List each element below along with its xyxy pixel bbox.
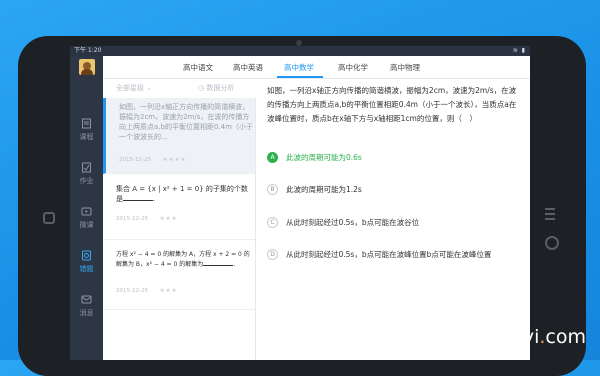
sidebar-item-mistakes[interactable]: 错题 bbox=[70, 250, 103, 274]
sidebar-item-label: 微课 bbox=[79, 221, 94, 229]
tab-chinese[interactable]: 高中语文 bbox=[183, 62, 213, 73]
watermark-tld: com bbox=[545, 326, 586, 348]
list-item-meta: 2015-12-25 ★★★ bbox=[116, 216, 178, 222]
menu-button-icon[interactable] bbox=[545, 208, 555, 222]
sidebar-item-course[interactable]: 课程 bbox=[70, 118, 103, 142]
option-letter: A bbox=[267, 152, 278, 163]
list-item-meta: 2015-12-25 ★★★ bbox=[116, 288, 178, 294]
option-letter: B bbox=[267, 184, 278, 195]
star-filter-dropdown[interactable]: 全部星级 ⌄ bbox=[116, 83, 152, 93]
list-item-date: 2015-12-25 bbox=[116, 288, 148, 294]
sidebar-item-video[interactable]: 微课 bbox=[70, 206, 103, 230]
list-item-text: 集合 A = {x | x² + 1 = 0} 的子集的个数是. bbox=[116, 185, 248, 203]
watermark: Downyi.com bbox=[469, 326, 586, 348]
status-bar: 下午 1:20 ≋ ▮ bbox=[70, 46, 530, 56]
question-text: 如图，一列沿x轴正方向传播的简谐横波，振幅为2cm，波速为2m/s，在波的传播方… bbox=[267, 86, 517, 123]
answer-blank bbox=[123, 194, 153, 201]
square-button-icon[interactable] bbox=[43, 212, 55, 224]
option-text: 此波的周期可能为0.6s bbox=[286, 153, 362, 162]
option-text: 从此时刻起经过0.5s，b点可能在波谷位 bbox=[286, 218, 420, 227]
tab-physics[interactable]: 高中物理 bbox=[390, 62, 420, 73]
option-text: 从此时刻起经过0.5s，b点可能在波峰位置b点可能在波峰位置 bbox=[286, 250, 492, 259]
mistake-icon bbox=[82, 250, 91, 261]
rating-stars: ★★★ bbox=[159, 288, 178, 294]
answer-blank bbox=[203, 259, 234, 266]
main-content: 高中语文 高中英语 高中数学 高中化学 高中物理 全部星级 ⌄ ◷ 数据分析 如… bbox=[103, 56, 530, 360]
avatar[interactable] bbox=[79, 59, 95, 75]
list-item-date: 2015-12-25 bbox=[119, 157, 151, 163]
homework-icon bbox=[82, 162, 91, 173]
sidebar-item-messages[interactable]: 消息 bbox=[70, 294, 103, 318]
list-item[interactable]: 如图，一列沿x轴正方向传播的简谐横波，振幅为2cm，波速为2m/s，在波的传播方… bbox=[103, 98, 255, 174]
sidebar-item-label: 作业 bbox=[79, 177, 94, 185]
home-button-icon[interactable] bbox=[545, 236, 559, 250]
tab-math[interactable]: 高中数学 bbox=[284, 62, 314, 73]
data-analysis-button[interactable]: ◷ 数据分析 bbox=[198, 83, 234, 93]
question-detail: 如图，一列沿x轴正方向传播的简谐横波，振幅为2cm，波速为2m/s，在波的传播方… bbox=[255, 78, 530, 360]
filter-bar: 全部星级 ⌄ ◷ 数据分析 bbox=[103, 78, 255, 98]
status-time: 下午 1:20 bbox=[74, 47, 102, 54]
subject-tabs: 高中语文 高中英语 高中数学 高中化学 高中物理 bbox=[103, 56, 530, 79]
watermark-main: Downyi bbox=[469, 326, 540, 348]
status-icons: ≋ ▮ bbox=[512, 47, 526, 54]
option-letter: C bbox=[267, 217, 278, 228]
message-icon bbox=[81, 295, 92, 304]
list-item-date: 2015-12-25 bbox=[116, 216, 148, 222]
list-item[interactable]: 方程 x² − 4 = 0 的解集为 A，方程 x + 2 = 0 的解集为 B… bbox=[103, 240, 255, 310]
rating-stars: ★★★ bbox=[159, 216, 178, 222]
list-item-text: 方程 x² − 4 = 0 的解集为 A，方程 x + 2 = 0 的解集为 B… bbox=[116, 251, 250, 268]
list-item[interactable]: 集合 A = {x | x² + 1 = 0} 的子集的个数是. 2015-12… bbox=[103, 174, 255, 240]
tab-english[interactable]: 高中英语 bbox=[233, 62, 263, 73]
list-item-meta: 2015-12-25 ★★★★ bbox=[119, 157, 186, 163]
question-list: 如图，一列沿x轴正方向传播的简谐横波，振幅为2cm，波速为2m/s，在波的传播方… bbox=[103, 98, 256, 360]
sidebar-item-homework[interactable]: 作业 bbox=[70, 162, 103, 186]
rating-stars: ★★★★ bbox=[162, 157, 187, 163]
sidebar-item-label: 课程 bbox=[79, 133, 94, 141]
tab-chemistry[interactable]: 高中化学 bbox=[338, 62, 368, 73]
option-letter: D bbox=[267, 249, 278, 260]
course-icon bbox=[82, 118, 91, 129]
option-text: 此波的周期可能为1.2s bbox=[286, 185, 362, 194]
list-item-text: 如图，一列沿x轴正方向传播的简谐横波，振幅为2cm，波速为2m/s，在波的传播方… bbox=[119, 103, 253, 141]
sidebar-item-label: 消息 bbox=[79, 309, 94, 317]
sidebar-item-label: 错题 bbox=[79, 265, 94, 273]
video-icon bbox=[81, 207, 92, 216]
tablet-screen: 下午 1:20 ≋ ▮ 课程 作业 微课 错题 消息 高中语文 高中英语 高中数… bbox=[70, 46, 530, 360]
sidebar: 课程 作业 微课 错题 消息 bbox=[70, 56, 103, 360]
